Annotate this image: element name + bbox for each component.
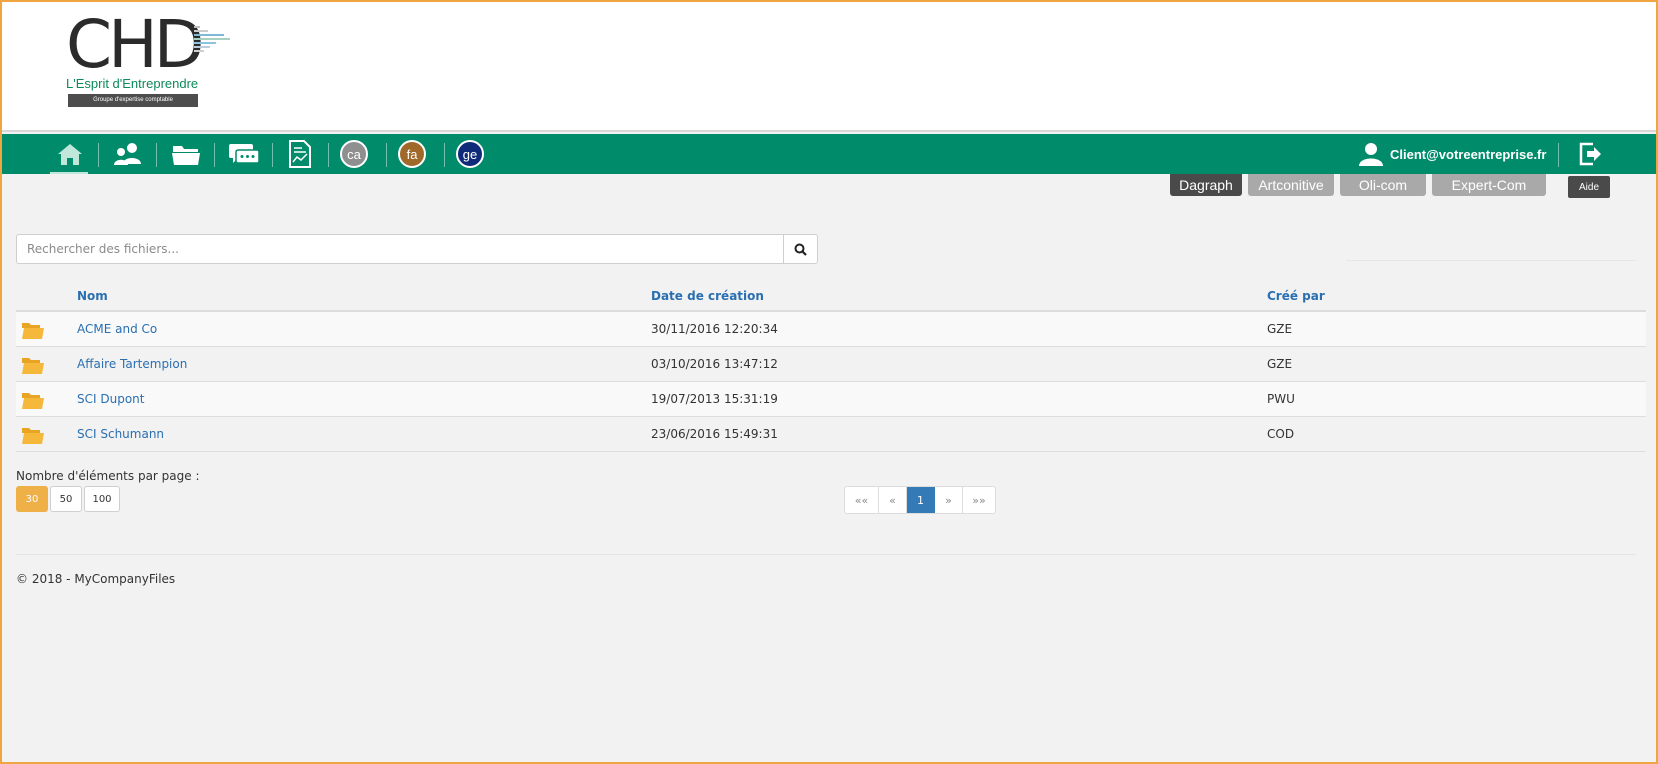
row-author: COD	[1267, 427, 1295, 441]
logout-button[interactable]	[1576, 134, 1606, 174]
file-search	[16, 234, 818, 264]
row-date: 03/10/2016 13:47:12	[651, 357, 778, 371]
nav-reports[interactable]	[280, 134, 320, 174]
pagesize-option-30[interactable]: 30	[16, 486, 48, 512]
link-dagraph[interactable]: Dagraph	[1170, 174, 1242, 196]
nav-files[interactable]	[166, 134, 206, 174]
folder-icon	[22, 428, 44, 444]
row-author: GZE	[1267, 322, 1293, 336]
nav-home[interactable]	[50, 134, 90, 174]
link-artconitive[interactable]: Artconitive	[1248, 174, 1334, 196]
nav-divider	[386, 143, 387, 167]
col-name-header[interactable]: Nom	[77, 289, 108, 303]
nav-circle-fa[interactable]: fa	[392, 134, 432, 174]
nav-divider	[328, 143, 329, 167]
row-author: GZE	[1267, 357, 1293, 371]
pagesize-option-50[interactable]: 50	[50, 486, 82, 512]
row-author: PWU	[1267, 392, 1295, 406]
table-row[interactable]: SCI Dupont 19/07/2013 15:31:19 PWU	[16, 382, 1646, 417]
logo-brand: CHD	[66, 6, 205, 83]
pagesize-option-100[interactable]: 100	[84, 486, 120, 512]
row-date: 19/07/2013 15:31:19	[651, 392, 778, 406]
page-next-button[interactable]: »	[935, 487, 963, 513]
home-icon	[58, 144, 82, 165]
folder-icon	[172, 146, 200, 165]
header: CHD L'Esprit d'Entreprendre Groupe d'exp…	[2, 2, 1656, 132]
help-button[interactable]: Aide	[1568, 176, 1610, 198]
nav-circle-ca[interactable]: ca	[334, 134, 374, 174]
nav-divider	[214, 143, 215, 167]
company-logo[interactable]: CHD L'Esprit d'Entreprendre Groupe d'exp…	[66, 12, 266, 108]
row-name-link[interactable]: SCI Dupont	[77, 392, 144, 406]
table-header: Nom Date de création Créé par	[16, 282, 1646, 312]
ge-badge-icon: ge	[456, 140, 484, 168]
footer-copyright: © 2018 - MyCompanyFiles	[16, 572, 176, 586]
link-olicom[interactable]: Oli-com	[1340, 174, 1426, 196]
folder-icon	[22, 358, 44, 374]
files-table: Nom Date de création Créé par ACME and C…	[16, 282, 1646, 452]
folder-icon	[22, 323, 44, 339]
row-name-link[interactable]: Affaire Tartempion	[77, 357, 187, 371]
page-current-button[interactable]: 1	[907, 487, 935, 513]
page-last-button[interactable]: »»	[963, 487, 995, 513]
row-name-link[interactable]: ACME and Co	[77, 322, 157, 336]
main-nav: ca fa ge Client@votreentreprise.fr	[2, 134, 1656, 174]
nav-users[interactable]	[108, 134, 148, 174]
page-prev-button[interactable]: «	[879, 487, 907, 513]
user-email: Client@votreentreprise.fr	[1390, 146, 1547, 162]
ca-badge-icon: ca	[340, 140, 368, 168]
row-date: 30/11/2016 12:20:34	[651, 322, 778, 336]
fa-badge-icon: fa	[398, 140, 426, 168]
users-icon	[114, 143, 141, 165]
logo-subline: Groupe d'expertise comptable	[68, 94, 198, 107]
folder-icon	[22, 393, 44, 409]
search-input[interactable]	[17, 235, 783, 263]
user-icon	[1359, 143, 1383, 166]
table-row[interactable]: SCI Schumann 23/06/2016 15:49:31 COD	[16, 417, 1646, 452]
nav-divider	[272, 143, 273, 167]
col-date-header[interactable]: Date de création	[651, 289, 764, 303]
nav-divider	[444, 143, 445, 167]
divider	[1346, 260, 1636, 261]
nav-active-indicator	[50, 172, 88, 174]
link-expertcom[interactable]: Expert-Com	[1432, 174, 1546, 196]
row-date: 23/06/2016 15:49:31	[651, 427, 778, 441]
row-name-link[interactable]: SCI Schumann	[77, 427, 164, 441]
nav-divider	[1558, 143, 1559, 167]
col-author-header[interactable]: Créé par	[1267, 289, 1325, 303]
page-first-button[interactable]: ««	[845, 487, 879, 513]
table-row[interactable]: Affaire Tartempion 03/10/2016 13:47:12 G…	[16, 347, 1646, 382]
nav-divider	[156, 143, 157, 167]
nav-messages[interactable]	[224, 134, 264, 174]
report-icon	[289, 140, 311, 168]
pagination: «« « 1 » »»	[844, 486, 996, 514]
nav-circle-ge[interactable]: ge	[450, 134, 490, 174]
search-button[interactable]	[783, 235, 817, 263]
logo-lines-icon	[194, 26, 230, 54]
chat-icon	[229, 144, 260, 164]
user-menu[interactable]: Client@votreentreprise.fr	[1358, 134, 1546, 174]
search-icon	[794, 243, 807, 256]
app-window: CHD L'Esprit d'Entreprendre Groupe d'exp…	[0, 0, 1658, 764]
logo-tagline: L'Esprit d'Entreprendre	[66, 76, 199, 91]
footer-divider	[16, 554, 1636, 555]
nav-divider	[98, 143, 99, 167]
table-row[interactable]: ACME and Co 30/11/2016 12:20:34 GZE	[16, 312, 1646, 347]
pagesize-label: Nombre d'éléments par page :	[16, 469, 200, 483]
logout-icon	[1579, 142, 1601, 166]
